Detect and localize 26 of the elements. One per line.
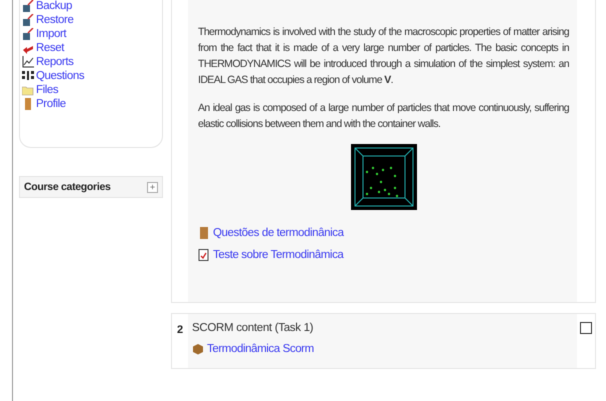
admin-link[interactable]: Restore xyxy=(36,14,74,26)
grid-icon xyxy=(22,70,34,82)
cube-icon xyxy=(22,0,34,12)
section-title: SCORM content (Task 1) xyxy=(192,322,314,334)
cube-icon xyxy=(22,28,34,40)
expand-button[interactable]: + xyxy=(147,182,158,192)
paragraph: An ideal gas is composed of a large number of particles that move continuously, suffering elastic collisions between them and with the container walls. xyxy=(198,101,569,132)
cube-icon xyxy=(22,14,34,26)
paragraph: Thermodynamics is involved with the study of the macroscopic properties of matter arising from the fact that it is made of a very large number of particles. The basic concepts in THERMODYNAMICS will be introduced through a simulation of the simplest system: an IDEAL GAS that occupies a region of volume V. xyxy=(198,25,569,88)
admin-link[interactable]: Import xyxy=(36,28,66,40)
admin-link[interactable]: Files xyxy=(36,84,58,96)
checkbox[interactable] xyxy=(580,322,592,334)
block-title: Course categories xyxy=(24,181,111,193)
admin-link[interactable]: Questions xyxy=(36,70,84,82)
admin-link[interactable]: Backup xyxy=(36,0,72,12)
admin-link[interactable]: Reset xyxy=(36,42,64,54)
activity-link[interactable]: Questões de termodinânica xyxy=(213,227,344,239)
section-number: 2 xyxy=(176,323,184,338)
activity-link[interactable]: Termodinâmica Scorm xyxy=(207,343,314,355)
document-check-icon xyxy=(198,249,210,261)
admin-link[interactable]: Reports xyxy=(36,56,74,68)
package-icon xyxy=(192,343,204,355)
admin-link[interactable]: Profile xyxy=(36,98,66,110)
folder-icon xyxy=(22,84,34,96)
activity-link[interactable]: Teste sobre Termodinâmica xyxy=(213,249,344,261)
chart-icon xyxy=(22,56,34,68)
